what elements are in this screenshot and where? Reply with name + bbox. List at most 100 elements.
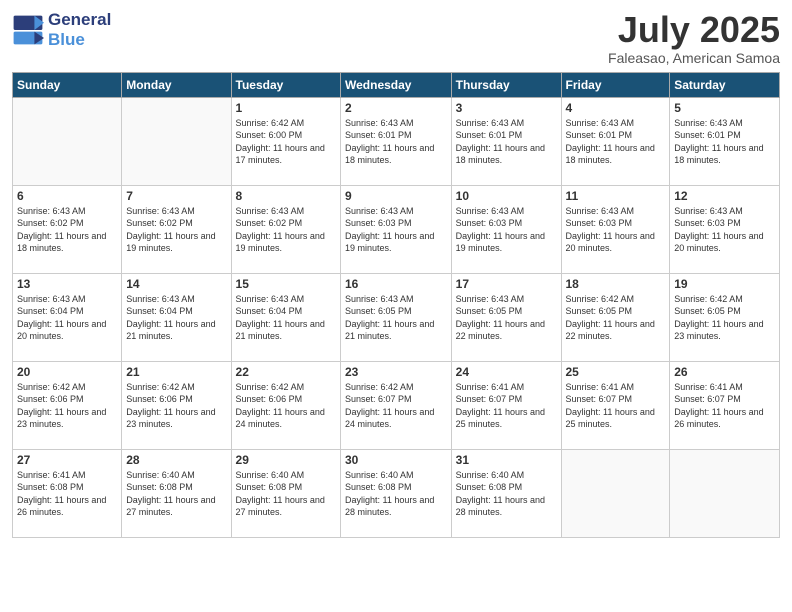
calendar-table: SundayMondayTuesdayWednesdayThursdayFrid… bbox=[12, 72, 780, 538]
day-number: 18 bbox=[566, 277, 666, 291]
calendar-day-cell: 31Sunrise: 6:40 AM Sunset: 6:08 PM Dayli… bbox=[451, 449, 561, 537]
day-number: 16 bbox=[345, 277, 447, 291]
weekday-header: Monday bbox=[122, 72, 231, 97]
day-number: 22 bbox=[236, 365, 336, 379]
day-info: Sunrise: 6:43 AM Sunset: 6:03 PM Dayligh… bbox=[456, 205, 557, 255]
day-number: 12 bbox=[674, 189, 775, 203]
page-container: General Blue July 2025 Faleasao, America… bbox=[0, 0, 792, 612]
day-info: Sunrise: 6:40 AM Sunset: 6:08 PM Dayligh… bbox=[456, 469, 557, 519]
day-number: 27 bbox=[17, 453, 117, 467]
calendar-day-cell: 22 Sunrise: 6:42 AM Sunset: 6:06 PM Dayli… bbox=[231, 361, 340, 449]
day-info: Sunrise: 6:42 AM Sunset: 6:05 PM Dayligh… bbox=[674, 293, 775, 343]
day-number: 3 bbox=[456, 101, 557, 115]
day-info: Sunrise: 6:43 AM Sunset: 6:02 PM Dayligh… bbox=[236, 205, 336, 255]
calendar-week-row: 13Sunrise: 6:43 AM Sunset: 6:04 PM Dayli… bbox=[13, 273, 780, 361]
calendar-day-cell: 9 Sunrise: 6:43 AM Sunset: 6:03 PM Daylig… bbox=[341, 185, 452, 273]
day-info: Sunrise: 6:43 AM Sunset: 6:03 PM Dayligh… bbox=[674, 205, 775, 255]
calendar-day-cell: 5 Sunrise: 6:43 AM Sunset: 6:01 PM Daylig… bbox=[670, 97, 780, 185]
calendar-day-cell: 25Sunrise: 6:41 AM Sunset: 6:07 PM Dayli… bbox=[561, 361, 670, 449]
day-number: 23 bbox=[345, 365, 447, 379]
calendar-week-row: 27 Sunrise: 6:41 AM Sunset: 6:08 PM Dayli… bbox=[13, 449, 780, 537]
calendar-day-cell: 16 Sunrise: 6:43 AM Sunset: 6:05 PM Dayli… bbox=[341, 273, 452, 361]
day-number: 5 bbox=[674, 101, 775, 115]
weekday-header: Sunday bbox=[13, 72, 122, 97]
day-info: Sunrise: 6:42 AM Sunset: 6:00 PM Dayligh… bbox=[236, 117, 336, 167]
day-number: 28 bbox=[126, 453, 226, 467]
day-info: Sunrise: 6:43 AM Sunset: 6:04 PM Dayligh… bbox=[17, 293, 117, 343]
day-number: 17 bbox=[456, 277, 557, 291]
day-number: 30 bbox=[345, 453, 447, 467]
day-info: Sunrise: 6:43 AM Sunset: 6:01 PM Dayligh… bbox=[674, 117, 775, 167]
day-info: Sunrise: 6:43 AM Sunset: 6:03 PM Dayligh… bbox=[345, 205, 447, 255]
day-info: Sunrise: 6:40 AM Sunset: 6:08 PM Dayligh… bbox=[126, 469, 226, 519]
day-info: Sunrise: 6:42 AM Sunset: 6:06 PM Dayligh… bbox=[236, 381, 336, 431]
calendar-day-cell: 8 Sunrise: 6:43 AM Sunset: 6:02 PM Daylig… bbox=[231, 185, 340, 273]
weekday-header: Saturday bbox=[670, 72, 780, 97]
calendar-day-cell: 10 Sunrise: 6:43 AM Sunset: 6:03 PM Dayli… bbox=[451, 185, 561, 273]
calendar-day-cell: 3Sunrise: 6:43 AM Sunset: 6:01 PM Daylig… bbox=[451, 97, 561, 185]
calendar-day-cell bbox=[13, 97, 122, 185]
month-title: July 2025 bbox=[608, 10, 780, 50]
calendar-day-cell: 1 Sunrise: 6:42 AM Sunset: 6:00 PM Daylig… bbox=[231, 97, 340, 185]
calendar-week-row: 20 Sunrise: 6:42 AM Sunset: 6:06 PM Dayli… bbox=[13, 361, 780, 449]
calendar-day-cell: 28 Sunrise: 6:40 AM Sunset: 6:08 PM Dayli… bbox=[122, 449, 231, 537]
calendar-day-cell: 18Sunrise: 6:42 AM Sunset: 6:05 PM Dayli… bbox=[561, 273, 670, 361]
calendar-day-cell: 4Sunrise: 6:43 AM Sunset: 6:01 PM Daylig… bbox=[561, 97, 670, 185]
day-number: 24 bbox=[456, 365, 557, 379]
day-number: 19 bbox=[674, 277, 775, 291]
calendar-day-cell: 30 Sunrise: 6:40 AM Sunset: 6:08 PM Dayli… bbox=[341, 449, 452, 537]
day-info: Sunrise: 6:43 AM Sunset: 6:05 PM Dayligh… bbox=[345, 293, 447, 343]
logo-line2: Blue bbox=[48, 30, 85, 49]
day-info: Sunrise: 6:40 AM Sunset: 6:08 PM Dayligh… bbox=[236, 469, 336, 519]
day-number: 2 bbox=[345, 101, 447, 115]
calendar-day-cell: 6Sunrise: 6:43 AM Sunset: 6:02 PM Daylig… bbox=[13, 185, 122, 273]
calendar-day-cell: 11Sunrise: 6:43 AM Sunset: 6:03 PM Dayli… bbox=[561, 185, 670, 273]
day-info: Sunrise: 6:41 AM Sunset: 6:07 PM Dayligh… bbox=[674, 381, 775, 431]
day-number: 26 bbox=[674, 365, 775, 379]
day-number: 4 bbox=[566, 101, 666, 115]
weekday-header: Wednesday bbox=[341, 72, 452, 97]
calendar-header-row: SundayMondayTuesdayWednesdayThursdayFrid… bbox=[13, 72, 780, 97]
day-number: 8 bbox=[236, 189, 336, 203]
calendar-day-cell: 23 Sunrise: 6:42 AM Sunset: 6:07 PM Dayli… bbox=[341, 361, 452, 449]
day-info: Sunrise: 6:43 AM Sunset: 6:02 PM Dayligh… bbox=[126, 205, 226, 255]
calendar-day-cell bbox=[561, 449, 670, 537]
day-number: 6 bbox=[17, 189, 117, 203]
calendar-day-cell: 7 Sunrise: 6:43 AM Sunset: 6:02 PM Daylig… bbox=[122, 185, 231, 273]
day-number: 7 bbox=[126, 189, 226, 203]
day-info: Sunrise: 6:41 AM Sunset: 6:07 PM Dayligh… bbox=[566, 381, 666, 431]
day-info: Sunrise: 6:43 AM Sunset: 6:04 PM Dayligh… bbox=[126, 293, 226, 343]
day-number: 15 bbox=[236, 277, 336, 291]
day-info: Sunrise: 6:43 AM Sunset: 6:01 PM Dayligh… bbox=[345, 117, 447, 167]
day-number: 10 bbox=[456, 189, 557, 203]
calendar-day-cell: 12 Sunrise: 6:43 AM Sunset: 6:03 PM Dayli… bbox=[670, 185, 780, 273]
calendar-day-cell: 21Sunrise: 6:42 AM Sunset: 6:06 PM Dayli… bbox=[122, 361, 231, 449]
calendar-week-row: 1 Sunrise: 6:42 AM Sunset: 6:00 PM Daylig… bbox=[13, 97, 780, 185]
day-info: Sunrise: 6:43 AM Sunset: 6:03 PM Dayligh… bbox=[566, 205, 666, 255]
day-info: Sunrise: 6:42 AM Sunset: 6:07 PM Dayligh… bbox=[345, 381, 447, 431]
calendar-day-cell: 15 Sunrise: 6:43 AM Sunset: 6:04 PM Dayli… bbox=[231, 273, 340, 361]
calendar-day-cell: 24 Sunrise: 6:41 AM Sunset: 6:07 PM Dayli… bbox=[451, 361, 561, 449]
day-info: Sunrise: 6:42 AM Sunset: 6:06 PM Dayligh… bbox=[17, 381, 117, 431]
day-info: Sunrise: 6:41 AM Sunset: 6:08 PM Dayligh… bbox=[17, 469, 117, 519]
title-block: July 2025 Faleasao, American Samoa bbox=[608, 10, 780, 66]
day-info: Sunrise: 6:40 AM Sunset: 6:08 PM Dayligh… bbox=[345, 469, 447, 519]
day-info: Sunrise: 6:43 AM Sunset: 6:04 PM Dayligh… bbox=[236, 293, 336, 343]
day-info: Sunrise: 6:41 AM Sunset: 6:07 PM Dayligh… bbox=[456, 381, 557, 431]
day-number: 20 bbox=[17, 365, 117, 379]
calendar-day-cell: 19 Sunrise: 6:42 AM Sunset: 6:05 PM Dayli… bbox=[670, 273, 780, 361]
calendar-day-cell: 29 Sunrise: 6:40 AM Sunset: 6:08 PM Dayli… bbox=[231, 449, 340, 537]
day-info: Sunrise: 6:43 AM Sunset: 6:05 PM Dayligh… bbox=[456, 293, 557, 343]
calendar-day-cell bbox=[670, 449, 780, 537]
calendar-week-row: 6 Sunrise: 6:43 AM Sunset: 6:02 PM Daylig… bbox=[13, 185, 780, 273]
calendar-day-cell: 14 Sunrise: 6:43 AM Sunset: 6:04 PM Dayli… bbox=[122, 273, 231, 361]
logo: General Blue bbox=[12, 10, 111, 49]
header: General Blue July 2025 Faleasao, America… bbox=[12, 10, 780, 66]
calendar-day-cell: 20 Sunrise: 6:42 AM Sunset: 6:06 PM Dayli… bbox=[13, 361, 122, 449]
day-number: 9 bbox=[345, 189, 447, 203]
day-number: 14 bbox=[126, 277, 226, 291]
calendar-day-cell: 26 Sunrise: 6:41 AM Sunset: 6:07 PM Dayli… bbox=[670, 361, 780, 449]
logo-line1: General bbox=[48, 10, 111, 29]
day-number: 1 bbox=[236, 101, 336, 115]
day-number: 29 bbox=[236, 453, 336, 467]
